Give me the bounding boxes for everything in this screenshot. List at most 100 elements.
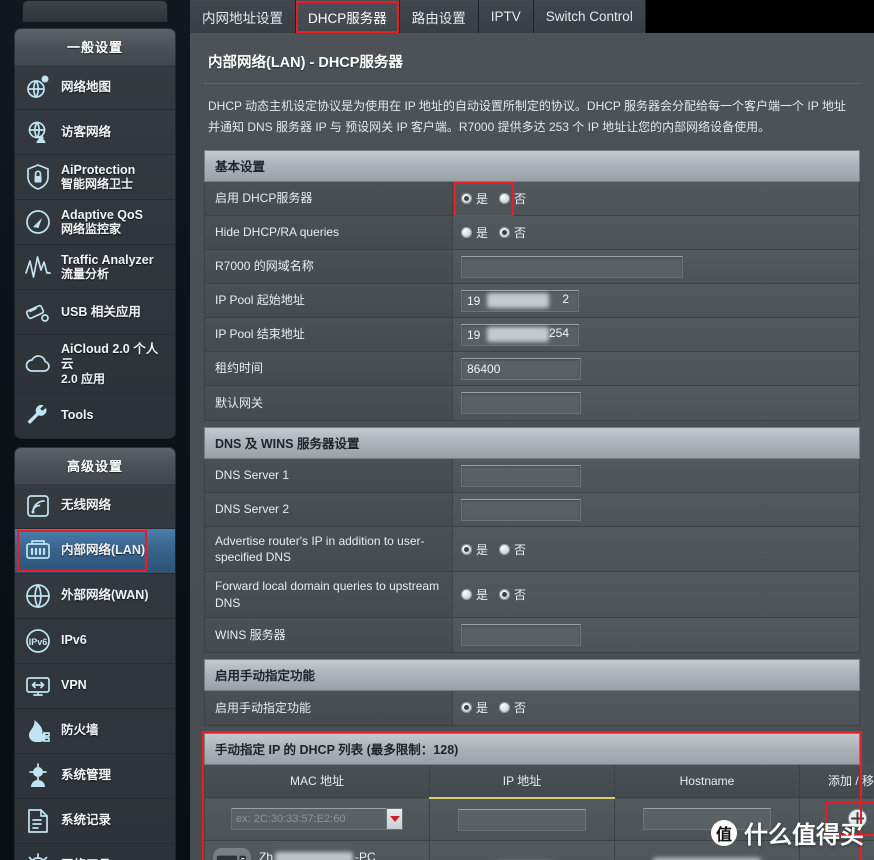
add-icon[interactable] xyxy=(847,808,868,829)
radio-dot xyxy=(461,543,472,555)
radio-label: 否 xyxy=(514,701,527,716)
dhcp-entry-mac-cell xyxy=(204,797,430,842)
sidebar-item-[interactable]: 防火墙 xyxy=(15,709,175,754)
main-area: 内网地址设置 DHCP服务器 路由设置 IPTV Switch Control 内部网络… xyxy=(190,0,874,860)
sidebar-item-[interactable]: 访客网络 xyxy=(15,110,175,155)
forward-local-domain-queries-to-upstream-dns-radio-yes[interactable]: 是 xyxy=(461,586,488,603)
dhcp-col-hostname: Hostname xyxy=(614,764,800,799)
form-label-dns-server-1: DNS Server 1 xyxy=(205,459,453,492)
sidebar-item-[interactable]: 网络工具 xyxy=(15,844,175,860)
tab-iptv[interactable]: IPTV xyxy=(478,0,534,33)
usb-icon xyxy=(23,297,53,327)
dhcp-list-head-row: MAC 地址IP 地址Hostname添加 / 移除 xyxy=(204,764,874,799)
sidebar-item-label: USB 相关应用 xyxy=(61,304,141,319)
vpn-monitor-icon xyxy=(23,671,53,701)
sidebar-general-list: 网络地图访客网络 AiProtection 智能网络卫士 Adaptive QoS 网络… xyxy=(14,65,176,439)
sidebar-advanced-list: 无线网络 内部网络(LAN) 外部网络(WAN) IPv6 IPv6 VPN 防火墙 系统管理… xyxy=(14,483,176,860)
lan-port-icon xyxy=(23,536,53,566)
form-row-r7000: R7000 的网域名称 xyxy=(205,250,859,284)
tab-label: IPTV xyxy=(490,9,521,24)
ip-pool-field[interactable]: 2 xyxy=(461,289,579,312)
basic-settings-panel: 基本设置 启用 DHCP服务器是否 Hide DHCP/RA queries 是否 R… xyxy=(204,150,860,421)
tab-dhcp[interactable]: DHCP服务器 xyxy=(296,0,400,33)
system-gear-icon xyxy=(23,761,53,791)
r7000-input[interactable] xyxy=(461,255,683,278)
firewall-flame-icon xyxy=(23,716,53,746)
sidebar-item-wan[interactable]: 外部网络(WAN) xyxy=(15,574,175,619)
radio-label: 是 xyxy=(476,226,489,240)
tab-bar-filler xyxy=(645,0,874,33)
mac-input-group xyxy=(231,808,403,831)
sidebar-item-traffic-analyzer[interactable]: Traffic Analyzer 流量分析 xyxy=(15,245,175,290)
cloud-icon xyxy=(23,349,53,379)
mac-address-input[interactable] xyxy=(231,808,386,831)
form-row-advertise-router-s-ip-in-addition-to-user-specified-dns: Advertise router's IP in addition to use… xyxy=(205,527,859,573)
sidebar: 一般设置 网络地图 访客网络 AiProtection 智能网络卫士 Adaptive … xyxy=(0,0,190,860)
sidebar-item-[interactable]: 系统管理 xyxy=(15,754,175,799)
wins-input[interactable] xyxy=(461,623,581,646)
ip-pool-field[interactable]: 254 xyxy=(461,323,579,346)
windows-pc-icon xyxy=(213,847,251,860)
sidebar-item-label: Tools xyxy=(61,408,94,423)
device-ip-cell: 19253 xyxy=(429,840,615,860)
form-label-hide-dhcp-ra-queries: Hide DHCP/RA queries xyxy=(205,216,453,249)
form-row-ip-pool: IP Pool 起始地址 2 xyxy=(205,284,859,318)
basic-row-6-input[interactable] xyxy=(461,392,581,414)
manual-assign-body: 启用手动指定功能是否 xyxy=(204,690,860,726)
sidebar-item-label: VPN xyxy=(61,678,87,693)
form-row-manual-row-0: 启用手动指定功能是否 xyxy=(205,690,859,725)
tab-[interactable]: 内网地址设置 xyxy=(190,0,296,33)
dhcp-radio-no[interactable]: 否 xyxy=(499,190,526,207)
hostname-input[interactable] xyxy=(643,808,771,831)
sidebar-item-[interactable]: 网络地图 xyxy=(15,65,175,110)
sidebar-item-usb[interactable]: USB 相关应用 xyxy=(15,290,175,335)
sidebar-item-[interactable]: 无线网络 xyxy=(15,484,175,529)
manual-row-0-radio-yes[interactable]: 是 xyxy=(461,699,488,716)
hide-dhcp-ra-queries-radio-no[interactable]: 否 xyxy=(499,224,526,241)
tab-switch-control[interactable]: Switch Control xyxy=(533,0,646,33)
radio-label: 是 xyxy=(476,192,489,206)
form-value-dns-server-2 xyxy=(453,493,859,526)
mac-dropdown-button[interactable] xyxy=(386,808,403,831)
sidebar-advanced-header: 高级设置 xyxy=(14,446,176,484)
sidebar-item-label: IPv6 xyxy=(61,633,87,648)
sidebar-item-vpn[interactable]: VPN xyxy=(15,664,175,709)
forward-local-domain-queries-to-upstream-dns-radio-no[interactable]: 否 xyxy=(499,586,526,603)
svg-text:IPv6: IPv6 xyxy=(29,637,48,647)
radio-label: 否 xyxy=(514,226,527,240)
form-label-wins: WINS 服务器 xyxy=(205,617,453,652)
dhcp-radio-yes[interactable]: 是 xyxy=(461,190,488,207)
sidebar-item-aicloud-2-0[interactable]: AiCloud 2.0 个人云 2.0 应用 xyxy=(15,335,175,394)
ip-address-input[interactable] xyxy=(458,808,586,831)
form-label-forward-local-domain-queries-to-upstream-dns: Forward local domain queries to upstream… xyxy=(205,572,453,617)
device-name-mac: Zh-PC68:35 xyxy=(259,848,385,860)
radio-label: 否 xyxy=(514,192,527,206)
dns-server-2-input[interactable] xyxy=(461,498,581,521)
sidebar-item-adaptive-qos[interactable]: Adaptive QoS 网络监控家 xyxy=(15,200,175,245)
form-value-ip-pool: 2 xyxy=(453,284,859,317)
advertise-router-s-ip-in-addition-to-user-specified-dns-radio-yes[interactable]: 是 xyxy=(461,541,488,558)
sidebar-item-aiprotection[interactable]: AiProtection 智能网络卫士 xyxy=(15,155,175,200)
radio-label: 是 xyxy=(476,701,489,716)
sidebar-item-tools[interactable]: Tools xyxy=(15,394,175,438)
dns-server-1-input[interactable] xyxy=(461,464,581,487)
radio-label: 否 xyxy=(514,542,527,557)
tab-bar: 内网地址设置 DHCP服务器 路由设置 IPTV Switch Control xyxy=(190,0,874,33)
hide-dhcp-ra-queries-radio-yes[interactable]: 是 xyxy=(461,224,488,241)
sidebar-item-lan[interactable]: 内部网络(LAN) xyxy=(15,528,175,574)
sidebar-item-[interactable]: 系统记录 xyxy=(15,799,175,844)
sidebar-item-ipv6[interactable]: IPv6 IPv6 xyxy=(15,619,175,664)
basic-row-5-input[interactable] xyxy=(461,357,581,380)
manual-row-0-radio-no[interactable]: 否 xyxy=(499,699,526,716)
sidebar-item-label: 访客网络 xyxy=(61,124,112,139)
basic-settings-header: 基本设置 xyxy=(204,150,860,182)
sidebar-group-advanced: 高级设置 无线网络 内部网络(LAN) 外部网络(WAN) IPv6 IPv6 VPN 防火… xyxy=(14,446,176,860)
advertise-router-s-ip-in-addition-to-user-specified-dns-radio-no[interactable]: 否 xyxy=(499,541,526,558)
sidebar-item-label: 网络地图 xyxy=(61,79,112,94)
tab-[interactable]: 路由设置 xyxy=(399,0,479,33)
wrench-icon xyxy=(23,401,53,431)
dhcp-entry-action-cell xyxy=(799,797,874,842)
sidebar-item-label: Adaptive QoS 网络监控家 xyxy=(61,207,143,237)
network-map-icon xyxy=(23,72,53,102)
form-label-dns-server-2: DNS Server 2 xyxy=(205,493,453,526)
